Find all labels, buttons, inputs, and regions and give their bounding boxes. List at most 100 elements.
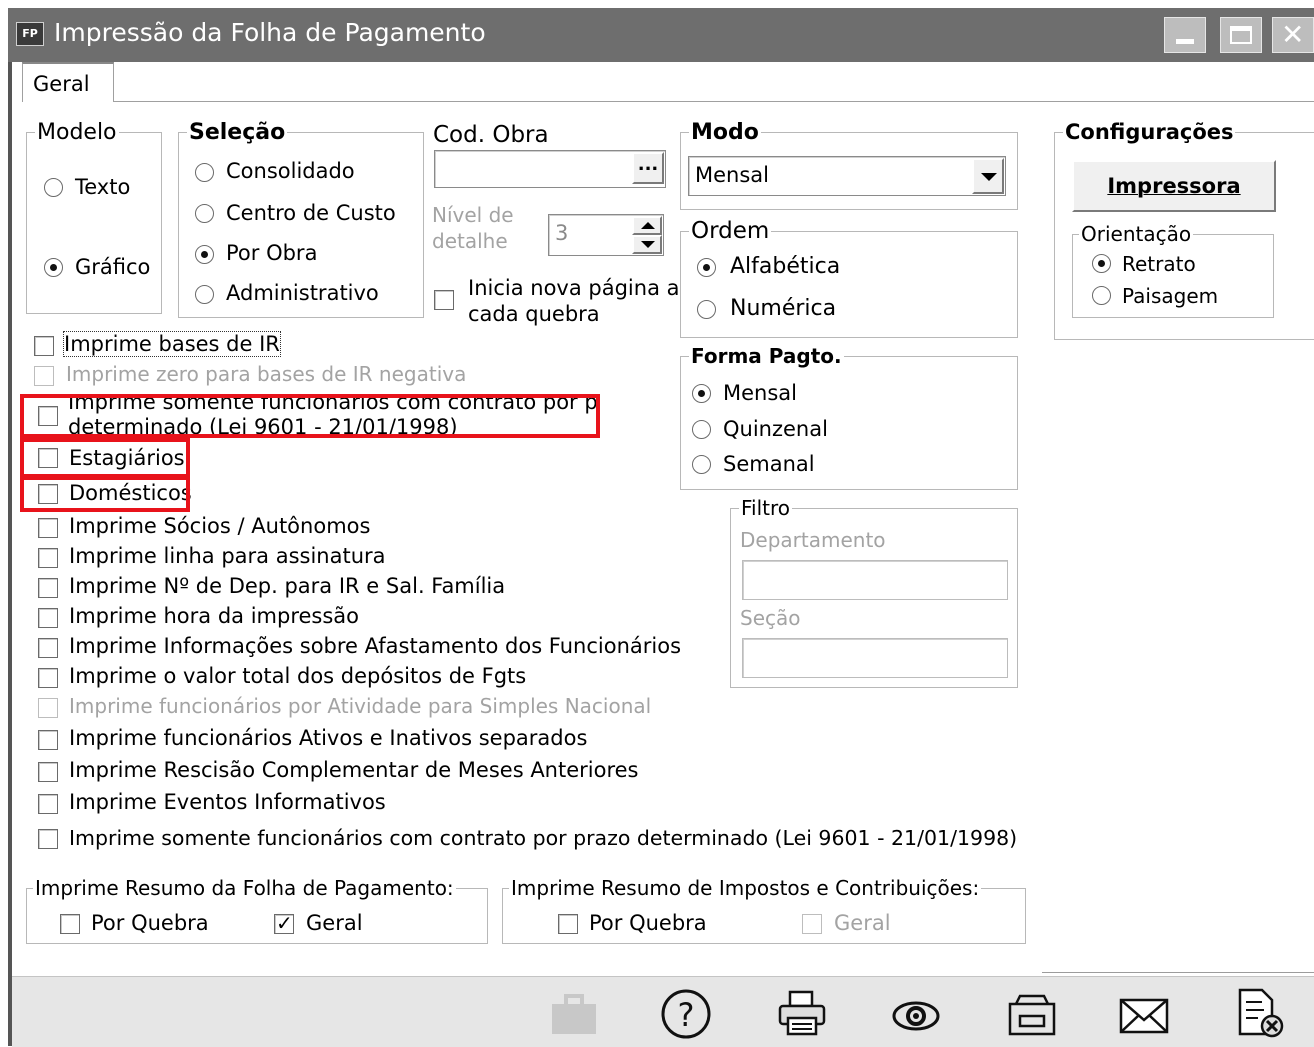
printer-icon[interactable] <box>776 988 828 1040</box>
modelo-grafico-label[interactable]: Gráfico <box>75 255 150 279</box>
modelo-grafico-radio[interactable] <box>44 258 63 277</box>
resumo-impostos-por-quebra-label[interactable]: Por Quebra <box>589 911 707 935</box>
nivel-down-button[interactable] <box>632 235 662 254</box>
help-icon[interactable]: ? <box>660 988 712 1040</box>
resumo-folha-geral-label[interactable]: Geral <box>306 911 363 935</box>
ordem-numerica-label[interactable]: Numérica <box>730 296 836 321</box>
resumo-folha-por-quebra-checkbox[interactable] <box>60 914 80 934</box>
highlight-estagiarios <box>20 438 190 478</box>
nivel-detalhe-label-1: Nível de <box>432 203 514 227</box>
export-icon[interactable] <box>1006 988 1058 1040</box>
modelo-texto-label[interactable]: Texto <box>75 175 130 199</box>
app-icon: FP <box>16 22 44 46</box>
ordem-alfabetica-radio[interactable] <box>697 258 716 277</box>
selecao-por-obra-label[interactable]: Por Obra <box>226 241 317 265</box>
check-dep-ir-label[interactable]: Imprime Nº de Dep. para IR e Sal. Famíli… <box>69 574 505 598</box>
selecao-centro-custo-radio[interactable] <box>195 204 214 223</box>
modo-dropdown-button[interactable] <box>972 158 1004 194</box>
cod-obra-label: Cod. Obra <box>433 122 549 148</box>
cod-obra-browse-button[interactable]: ... <box>632 152 664 184</box>
filtro-legend: Filtro <box>741 496 791 520</box>
orientacao-paisagem-radio[interactable] <box>1092 286 1111 305</box>
secao-input[interactable] <box>742 638 1008 678</box>
ordem-legend: Ordem <box>691 218 770 244</box>
resumo-impostos-por-quebra-checkbox[interactable] <box>558 914 578 934</box>
modelo-group: Modelo <box>26 120 162 314</box>
nivel-up-button[interactable] <box>632 216 662 235</box>
minimize-button[interactable] <box>1164 17 1206 53</box>
chevron-down-icon <box>981 173 997 181</box>
ordem-numerica-radio[interactable] <box>697 300 716 319</box>
nova-pagina-label-1[interactable]: Inicia nova página a <box>468 276 679 300</box>
check-zero-ir-label: Imprime zero para bases de IR negativa <box>66 362 467 386</box>
check-ativos-inativos-label[interactable]: Imprime funcionários Ativos e Inativos s… <box>69 726 587 750</box>
check-linha-assinatura[interactable] <box>38 548 58 568</box>
selecao-centro-custo-label[interactable]: Centro de Custo <box>226 201 396 225</box>
check-rescisao[interactable] <box>38 762 58 782</box>
ordem-alfabetica-label[interactable]: Alfabética <box>730 254 840 279</box>
maximize-icon <box>1230 26 1252 44</box>
check-simples-label: Imprime funcionários por Atividade para … <box>69 694 652 718</box>
forma-pagto-legend: Forma Pagto. <box>691 344 842 368</box>
svg-text:?: ? <box>678 996 695 1034</box>
close-document-icon[interactable] <box>1234 988 1286 1040</box>
check-dep-ir[interactable] <box>38 578 58 598</box>
nova-pagina-checkbox[interactable] <box>434 290 454 310</box>
resumo-folha-geral-checkbox[interactable] <box>274 911 294 935</box>
close-button[interactable]: ✕ <box>1272 17 1314 53</box>
check-socios[interactable] <box>38 518 58 538</box>
configuracoes-legend: Configurações <box>1065 120 1234 144</box>
modo-select[interactable]: Mensal <box>688 156 1006 196</box>
forma-quinzenal-label[interactable]: Quinzenal <box>723 417 828 441</box>
departamento-input[interactable] <box>742 560 1008 600</box>
forma-semanal-label[interactable]: Semanal <box>723 452 815 476</box>
check-eventos-label[interactable]: Imprime Eventos Informativos <box>69 790 386 814</box>
check-hora-label[interactable]: Imprime hora da impressão <box>69 604 359 628</box>
check-bases-ir-label[interactable]: Imprime bases de IR <box>63 331 281 357</box>
orientacao-paisagem-label[interactable]: Paisagem <box>1122 284 1218 308</box>
check-bases-ir[interactable] <box>34 336 54 356</box>
modelo-texto-radio[interactable] <box>44 178 63 197</box>
check-hora[interactable] <box>38 608 58 628</box>
check-fgts-label[interactable]: Imprime o valor total dos depósitos de F… <box>69 664 526 688</box>
resumo-impostos-geral-label: Geral <box>834 911 891 935</box>
forma-semanal-radio[interactable] <box>692 455 711 474</box>
selecao-administrativo-radio[interactable] <box>195 285 214 304</box>
forma-mensal-radio[interactable] <box>692 384 711 403</box>
check-socios-label[interactable]: Imprime Sócios / Autônomos <box>69 514 370 538</box>
minimize-icon <box>1176 39 1194 44</box>
resumo-folha-por-quebra-label[interactable]: Por Quebra <box>91 911 209 935</box>
tab-geral[interactable]: Geral <box>22 62 114 102</box>
selecao-consolidado-radio[interactable] <box>195 163 214 182</box>
forma-quinzenal-radio[interactable] <box>692 420 711 439</box>
impressora-button[interactable]: Impressora <box>1072 160 1276 212</box>
departamento-label: Departamento <box>740 528 886 552</box>
orientacao-retrato-label[interactable]: Retrato <box>1122 252 1196 276</box>
arrow-up-icon <box>641 222 655 229</box>
email-icon[interactable] <box>1118 988 1170 1040</box>
check-linha-assinatura-label[interactable]: Imprime linha para assinatura <box>69 544 386 568</box>
check-fgts[interactable] <box>38 668 58 688</box>
selecao-consolidado-label[interactable]: Consolidado <box>226 159 355 183</box>
forma-mensal-label[interactable]: Mensal <box>723 381 797 405</box>
check-rescisao-label[interactable]: Imprime Rescisão Complementar de Meses A… <box>69 758 639 782</box>
check-contrato-prazo-full-label[interactable]: Imprime somente funcionários com contrat… <box>69 826 1017 850</box>
selecao-por-obra-radio[interactable] <box>195 245 214 264</box>
maximize-button[interactable] <box>1220 17 1262 53</box>
check-ativos-inativos[interactable] <box>38 730 58 750</box>
check-eventos[interactable] <box>38 794 58 814</box>
check-afastamento[interactable] <box>38 638 58 658</box>
tab-divider <box>114 101 1314 102</box>
check-afastamento-label[interactable]: Imprime Informações sobre Afastamento do… <box>69 634 681 658</box>
resumo-folha-legend: Imprime Resumo da Folha de Pagamento: <box>35 876 454 900</box>
orientacao-retrato-radio[interactable] <box>1092 254 1111 273</box>
selecao-administrativo-label[interactable]: Administrativo <box>226 281 379 305</box>
footer-divider <box>1042 972 1314 973</box>
nova-pagina-label-2[interactable]: cada quebra <box>468 302 600 326</box>
close-icon: ✕ <box>1281 18 1305 51</box>
selecao-legend: Seleção <box>189 120 286 145</box>
preview-eye-icon[interactable] <box>890 988 942 1040</box>
check-contrato-prazo-full[interactable] <box>38 829 58 849</box>
highlight-contrato-prazo <box>20 394 600 438</box>
arrow-down-icon <box>641 241 655 248</box>
